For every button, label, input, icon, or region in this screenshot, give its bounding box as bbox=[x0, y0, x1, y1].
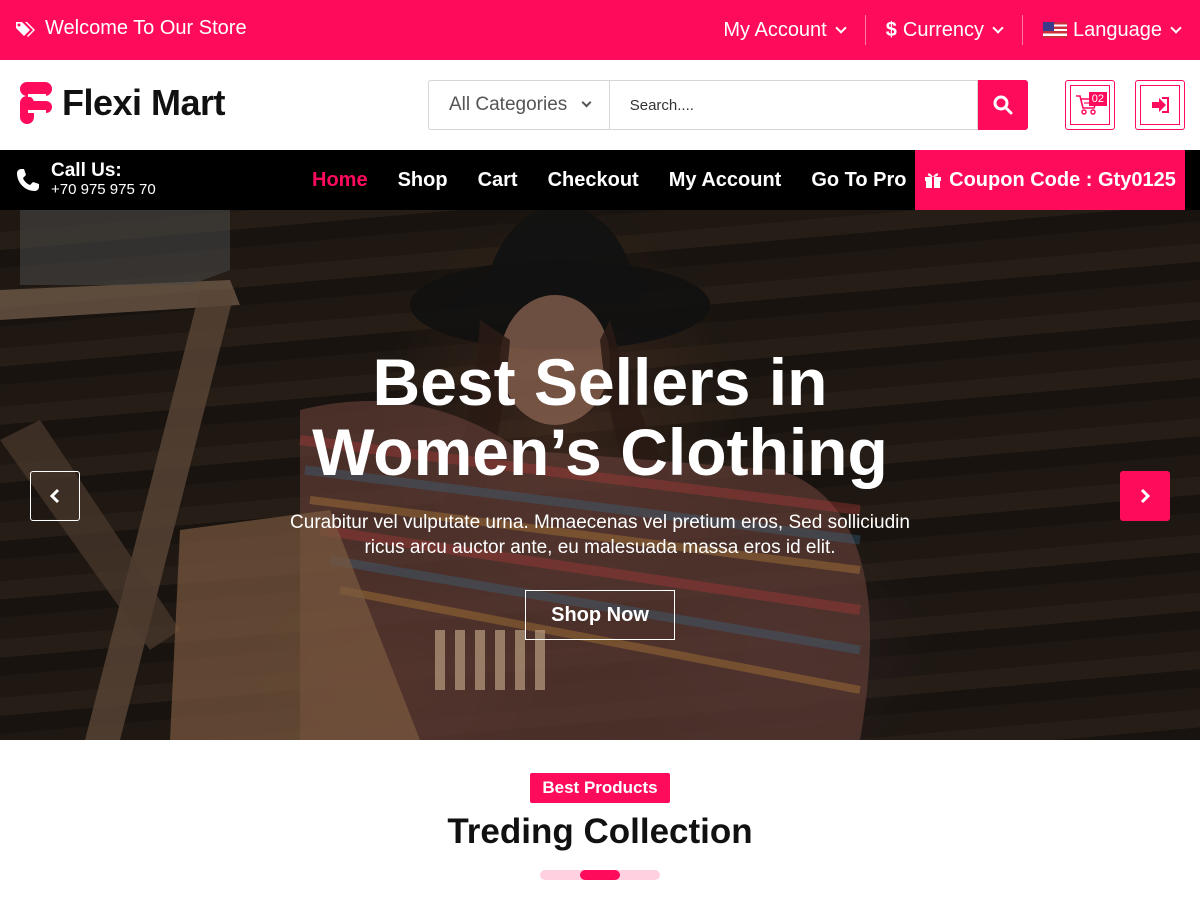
chevron-right-icon bbox=[1140, 488, 1151, 504]
call-us: Call Us: +70 975 975 70 bbox=[15, 161, 156, 199]
cart-button-inner: 02 bbox=[1070, 85, 1110, 125]
tags-icon bbox=[16, 21, 35, 37]
welcome-text: Welcome To Our Store bbox=[45, 17, 247, 39]
login-button-inner bbox=[1140, 85, 1180, 125]
logo[interactable]: Flexi Mart bbox=[18, 80, 226, 126]
hero-content: Best Sellers in Women’s Clothing Curabit… bbox=[0, 210, 1200, 740]
hero-description: Curabitur vel vulputate urna. Mmaecenas … bbox=[270, 510, 930, 560]
search-input[interactable] bbox=[608, 80, 979, 130]
chevron-down-icon bbox=[581, 97, 592, 108]
section-title: Treding Collection bbox=[447, 812, 753, 851]
login-button[interactable] bbox=[1135, 80, 1185, 130]
chevron-left-icon bbox=[49, 488, 60, 504]
search-bar: All Categories bbox=[428, 80, 1028, 130]
slider-prev-button[interactable] bbox=[30, 471, 80, 521]
chevron-down-icon bbox=[835, 21, 847, 34]
language-dropdown[interactable]: Language bbox=[1023, 15, 1200, 45]
phone-icon bbox=[17, 169, 39, 191]
chevron-down-icon bbox=[1170, 21, 1182, 34]
us-flag-icon bbox=[1043, 22, 1068, 38]
category-select-value: All Categories bbox=[449, 94, 568, 115]
gift-icon bbox=[925, 173, 942, 188]
hero-title-line-1: Best Sellers in bbox=[372, 345, 828, 419]
nav-checkout[interactable]: Checkout bbox=[533, 169, 654, 192]
logo-text: Flexi Mart bbox=[62, 82, 226, 123]
section-divider bbox=[540, 870, 660, 880]
sign-in-icon bbox=[1152, 97, 1169, 113]
hero-slider: Best Sellers in Women’s Clothing Curabit… bbox=[0, 210, 1200, 740]
my-account-dropdown[interactable]: My Account bbox=[703, 15, 864, 45]
nav-links: Home Shop Cart Checkout My Account Go To… bbox=[297, 150, 922, 210]
currency-label: Currency bbox=[902, 18, 985, 41]
chevron-down-icon bbox=[992, 21, 1004, 34]
site-header: Flexi Mart All Categories 02 bbox=[0, 60, 1200, 150]
coupon-text: Coupon Code : Gty0125 bbox=[949, 168, 1176, 191]
hero-description-line-1: Curabitur vel vulputate urna. Mmaecenas … bbox=[290, 512, 910, 533]
cart-button[interactable]: 02 bbox=[1065, 80, 1115, 130]
hero-title: Best Sellers in Women’s Clothing bbox=[200, 347, 1000, 487]
nav-cart[interactable]: Cart bbox=[463, 169, 533, 192]
call-number[interactable]: +70 975 975 70 bbox=[51, 181, 156, 199]
my-account-label: My Account bbox=[723, 18, 827, 41]
section-divider-accent bbox=[580, 870, 620, 880]
nav-my-account[interactable]: My Account bbox=[654, 169, 797, 192]
trending-section: Best Products Treding Collection bbox=[0, 740, 1200, 900]
slider-next-button[interactable] bbox=[1120, 471, 1170, 521]
currency-dropdown[interactable]: $ Currency bbox=[866, 15, 1022, 45]
welcome-message: Welcome To Our Store bbox=[15, 17, 247, 40]
logo-mark-icon bbox=[20, 82, 52, 124]
nav-shop[interactable]: Shop bbox=[383, 169, 463, 192]
hero-description-line-2: ricus arcu auctor ante, eu malesuada mas… bbox=[364, 537, 836, 558]
search-icon bbox=[993, 95, 1013, 115]
hero-title-line-2: Women’s Clothing bbox=[312, 415, 888, 489]
section-pill-label: Best Products bbox=[530, 773, 670, 803]
call-label: Call Us: bbox=[51, 160, 122, 181]
nav-go-to-pro[interactable]: Go To Pro bbox=[796, 169, 921, 192]
language-label: Language bbox=[1073, 18, 1162, 41]
top-bar: Welcome To Our Store My Account $ Curren… bbox=[0, 0, 1200, 60]
coupon-code-button[interactable]: Coupon Code : Gty0125 bbox=[915, 150, 1185, 210]
main-navbar: Call Us: +70 975 975 70 Home Shop Cart C… bbox=[0, 150, 1200, 210]
category-select[interactable]: All Categories bbox=[428, 80, 609, 130]
nav-home[interactable]: Home bbox=[297, 169, 383, 192]
dollar-icon: $ bbox=[885, 18, 897, 41]
cart-count-badge: 02 bbox=[1088, 92, 1107, 106]
search-button[interactable] bbox=[978, 80, 1028, 130]
shop-now-button[interactable]: Shop Now bbox=[525, 590, 675, 640]
